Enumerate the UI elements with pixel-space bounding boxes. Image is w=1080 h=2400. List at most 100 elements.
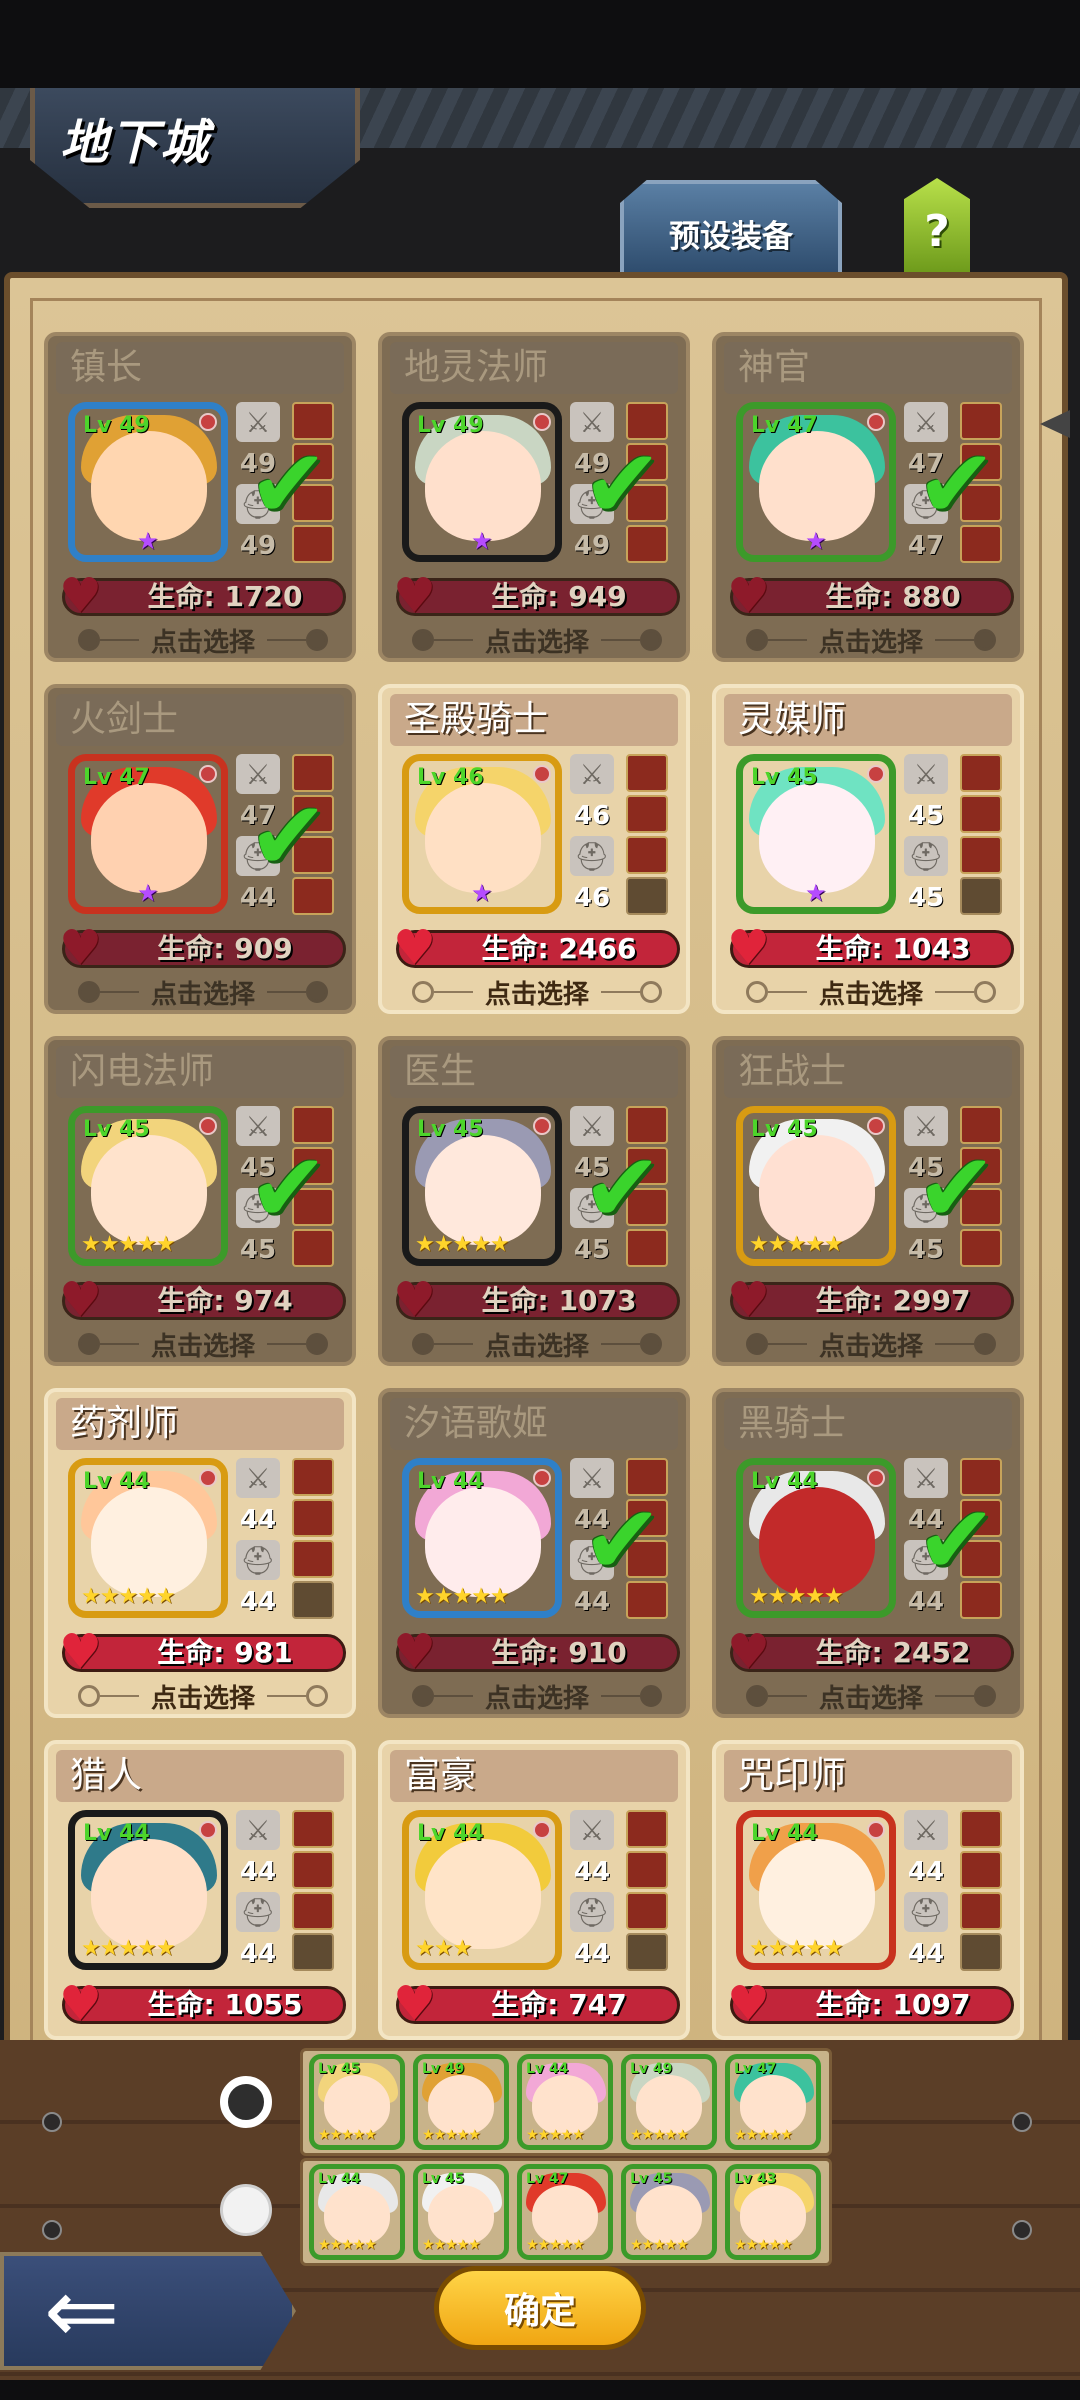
back-button[interactable]: ⇐: [0, 2252, 296, 2370]
select-prompt[interactable]: 点击选择: [412, 622, 663, 658]
gear-slot[interactable]: [626, 1933, 668, 1971]
gear-slot[interactable]: [626, 1892, 668, 1930]
hero-face: [428, 2075, 494, 2135]
team-2-radio[interactable]: [220, 2184, 272, 2236]
gear-slot[interactable]: [960, 1933, 1002, 1971]
hero-card[interactable]: 富豪 Lv 44 ★★★ ⚔ 44 ⛑ 44 ♥ 生命: 747: [378, 1740, 690, 2040]
team-member-portrait[interactable]: Lv 49 ★★★★★: [413, 2054, 509, 2150]
heart-icon: ♥: [727, 1976, 771, 2032]
gear-slot[interactable]: [960, 877, 1002, 915]
rank-star-icon: ★: [805, 527, 827, 555]
hero-portrait: Lv 47 ★: [736, 402, 896, 562]
gear-slot[interactable]: [960, 754, 1002, 792]
dot-icon: [640, 629, 663, 651]
team-member-portrait[interactable]: Lv 43 ★★★★★: [725, 2164, 821, 2260]
gear-slot[interactable]: [292, 1499, 334, 1537]
hero-name: 地灵法师: [390, 342, 678, 394]
gear-slot[interactable]: [292, 1892, 334, 1930]
select-prompt[interactable]: 点击选择: [746, 1326, 997, 1362]
hero-card[interactable]: 猎人 Lv 44 ★★★★★ ⚔ 44 ⛑ 44 ♥ 生命: 1055: [44, 1740, 356, 2040]
gear-slot[interactable]: [960, 1851, 1002, 1889]
select-prompt[interactable]: 点击选择: [412, 974, 663, 1010]
gear-slot[interactable]: [626, 754, 668, 792]
back-arrow-icon: ⇐: [44, 2259, 120, 2364]
confirm-button[interactable]: 确定: [434, 2266, 646, 2350]
hero-portrait: Lv 45 ★: [736, 754, 896, 914]
gear-column: [626, 1810, 672, 1974]
hero-level: Lv 45: [751, 1117, 818, 1142]
hero-card[interactable]: 狂战士 Lv 45 ★★★★★ ⚔ 45 ⛑ 45 ✔ ♥ 生命: 2997 点…: [712, 1036, 1024, 1366]
hero-card[interactable]: 神官 Lv 47 ★ ⚔ 47 ⛑ 47 ✔ ♥ 生命: 880 点击选择: [712, 332, 1024, 662]
hero-card[interactable]: 医生 Lv 45 ★★★★★ ⚔ 45 ⛑ 45 ✔ ♥ 生命: 1073 点击…: [378, 1036, 690, 1366]
gear-slot[interactable]: [626, 877, 668, 915]
hero-card[interactable]: 药剂师 Lv 44 ★★★★★ ⚔ 44 ⛑ 44 ♥ 生命: 981 点击选择: [44, 1388, 356, 1718]
select-label: 点击选择: [151, 1683, 256, 1714]
hero-level: Lv 49: [417, 413, 484, 438]
gear-slot[interactable]: [626, 1851, 668, 1889]
team-member-portrait[interactable]: Lv 49 ★★★★★: [621, 2054, 717, 2150]
divider: [267, 1343, 307, 1345]
team-member-portrait[interactable]: Lv 47 ★★★★★: [517, 2164, 613, 2260]
divider: [768, 1343, 807, 1345]
gear-slot[interactable]: [292, 1933, 334, 1971]
hero-card[interactable]: 咒印师 Lv 44 ★★★★★ ⚔ 44 ⛑ 44 ♥ 生命: 1097: [712, 1740, 1024, 2040]
team-member-portrait[interactable]: Lv 45 ★★★★★: [309, 2054, 405, 2150]
gear-column: [626, 754, 672, 918]
team-member-portrait[interactable]: Lv 44 ★★★★★: [309, 2164, 405, 2260]
hero-card[interactable]: 汐语歌姬 Lv 44 ★★★★★ ⚔ 44 ⛑ 44 ✔ ♥ 生命: 910 点…: [378, 1388, 690, 1718]
stat-column: ⚔ 44 ⛑ 44: [236, 1810, 286, 1980]
gear-slot[interactable]: [292, 1458, 334, 1496]
select-prompt[interactable]: 点击选择: [746, 1678, 997, 1714]
help-button[interactable]: ?: [904, 178, 970, 274]
hero-card[interactable]: 镇长 Lv 49 ★ ⚔ 49 ⛑ 49 ✔ ♥ 生命: 1720 点击选择: [44, 332, 356, 662]
heart-icon: ♥: [393, 568, 437, 624]
team-member-portrait[interactable]: Lv 45 ★★★★★: [413, 2164, 509, 2260]
preset-equipment-tab[interactable]: 预设装备: [620, 180, 842, 272]
select-prompt[interactable]: 点击选择: [412, 1326, 663, 1362]
hp-text: 生命: 747: [491, 1988, 627, 2021]
gear-slot[interactable]: [292, 1810, 334, 1848]
hero-card[interactable]: 灵媒师 Lv 45 ★ ⚔ 45 ⛑ 45 ♥ 生命: 1043 点击选择: [712, 684, 1024, 1014]
gear-slot[interactable]: [626, 795, 668, 833]
hero-name: 富豪: [390, 1750, 678, 1802]
gear-slot[interactable]: [626, 1810, 668, 1848]
hero-card[interactable]: 黑骑士 Lv 44 ★★★★★ ⚔ 44 ⛑ 44 ✔ ♥ 生命: 2452 点…: [712, 1388, 1024, 1718]
member-stars: ★★★★★: [318, 2237, 377, 2253]
rivet-icon: [1012, 2112, 1032, 2132]
select-prompt[interactable]: 点击选择: [746, 622, 997, 658]
member-level: Lv 49: [422, 2061, 465, 2077]
hero-face: [532, 2185, 598, 2245]
gear-slot[interactable]: [960, 836, 1002, 874]
team-member-portrait[interactable]: Lv 47 ★★★★★: [725, 2054, 821, 2150]
hero-card[interactable]: 闪电法师 Lv 45 ★★★★★ ⚔ 45 ⛑ 45 ✔ ♥ 生命: 974 点…: [44, 1036, 356, 1366]
hero-card[interactable]: 火剑士 Lv 47 ★ ⚔ 47 ⛑ 44 ✔ ♥ 生命: 909 点击选择: [44, 684, 356, 1014]
dot-icon: [78, 981, 100, 1003]
select-prompt[interactable]: 点击选择: [746, 974, 997, 1010]
gear-slot[interactable]: [292, 1851, 334, 1889]
gear-slot[interactable]: [292, 1540, 334, 1578]
dot-icon: [746, 981, 768, 1003]
gear-slot[interactable]: [626, 836, 668, 874]
member-stars: ★★★★★: [318, 2127, 377, 2143]
dot-icon: [640, 1333, 663, 1355]
team-member-portrait[interactable]: Lv 44 ★★★★★: [517, 2054, 613, 2150]
gear-slot[interactable]: [960, 1810, 1002, 1848]
select-prompt[interactable]: 点击选择: [78, 1678, 329, 1714]
select-prompt[interactable]: 点击选择: [412, 1678, 663, 1714]
team-1-radio[interactable]: [220, 2076, 272, 2128]
hero-card[interactable]: 地灵法师 Lv 49 ★ ⚔ 49 ⛑ 49 ✔ ♥ 生命: 949 点击选择: [378, 332, 690, 662]
team-member-portrait[interactable]: Lv 45 ★★★★★: [621, 2164, 717, 2260]
select-prompt[interactable]: 点击选择: [78, 974, 329, 1010]
gear-slot[interactable]: [960, 795, 1002, 833]
gear-slot[interactable]: [960, 1892, 1002, 1930]
hero-portrait: Lv 46 ★: [402, 754, 562, 914]
hero-card[interactable]: 圣殿骑士 Lv 46 ★ ⚔ 46 ⛑ 46 ♥ 生命: 2466 点击选择: [378, 684, 690, 1014]
divider: [267, 1695, 307, 1697]
select-prompt[interactable]: 点击选择: [78, 622, 329, 658]
hero-name: 咒印师: [724, 1750, 1012, 1802]
gear-slot[interactable]: [292, 1581, 334, 1619]
hero-level: Lv 47: [751, 413, 818, 438]
select-prompt[interactable]: 点击选择: [78, 1326, 329, 1362]
heart-icon: ♥: [393, 1976, 437, 2032]
divider: [100, 991, 139, 993]
